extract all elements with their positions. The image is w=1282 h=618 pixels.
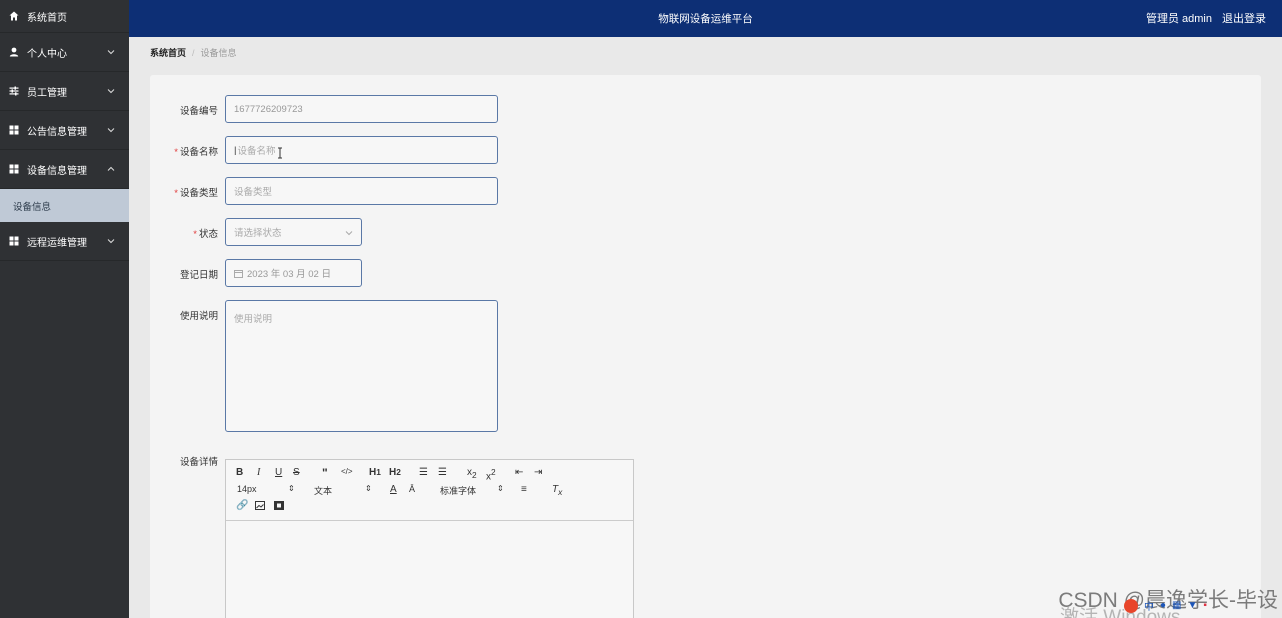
chevron-down-icon <box>345 231 353 236</box>
sidebar-item-remote[interactable]: 远程运维管理 <box>0 222 129 261</box>
sidebar-item-device[interactable]: 设备信息管理 <box>0 150 129 189</box>
font-color-button[interactable]: A <box>390 484 397 495</box>
bold-button[interactable]: B <box>236 467 243 478</box>
chevron-down-icon <box>107 239 115 244</box>
rich-text-editor: B I U S " </> H1 H2 ☰ ☰ x2 x2 ⇤ ⇥ 14px ⇕… <box>225 459 634 618</box>
outdent-icon[interactable]: ⇤ <box>515 467 523 478</box>
logout-link[interactable]: 退出登录 <box>1222 10 1266 26</box>
device-name-label: * 设备名称 <box>174 147 218 158</box>
sidebar-item-label: 远程运维管理 <box>27 237 87 249</box>
link-icon[interactable]: 🔗 <box>236 500 248 511</box>
code-icon[interactable]: </> <box>341 467 353 476</box>
heading1-button[interactable]: H1 <box>369 467 381 478</box>
usage-label: 使用说明 <box>179 311 218 322</box>
device-type-label: * 设备类型 <box>174 188 218 199</box>
sort-icon: ⇕ <box>497 484 504 493</box>
editor-toolbar: B I U S " </> H1 H2 ☰ ☰ x2 x2 ⇤ ⇥ 14px ⇕… <box>226 460 633 521</box>
top-header: 物联网设备运维平台 管理员 admin 退出登录 <box>129 0 1282 37</box>
font-size-select[interactable]: 14px <box>237 484 257 494</box>
device-no-input[interactable]: 1677726209723 <box>225 95 498 123</box>
font-family-select[interactable]: 标准字体 <box>440 484 476 497</box>
breadcrumb-current: 设备信息 <box>200 48 237 58</box>
editor-content-area[interactable] <box>226 521 633 618</box>
superscript-button[interactable]: x2 <box>486 467 496 482</box>
clear-format-icon[interactable]: Tx <box>552 484 562 497</box>
shirt-icon[interactable]: ▼ <box>1188 600 1198 611</box>
usage-textarea[interactable]: 使用说明 <box>225 300 498 432</box>
indent-icon[interactable]: ⇥ <box>534 467 542 478</box>
sidebar-item-staff[interactable]: 员工管理 <box>0 72 129 111</box>
sort-icon: ⇕ <box>365 484 372 493</box>
sliders-icon <box>9 86 19 96</box>
user-label: 管理员 admin <box>1145 13 1212 25</box>
subscript-button[interactable]: x2 <box>467 467 477 480</box>
strike-button[interactable]: S <box>293 467 300 478</box>
device-type-input[interactable]: 设备类型 <box>225 177 498 205</box>
reg-date-picker[interactable]: 2023 年 03 月 02 日 <box>225 259 362 287</box>
sidebar-item-home[interactable]: 系统首页 <box>0 0 129 33</box>
device-name-input[interactable]: | 设备名称 <box>225 136 498 164</box>
apps-icon[interactable]: ▪ <box>1203 600 1207 611</box>
breadcrumb-separator: / <box>192 48 195 58</box>
bullet-list-icon[interactable]: ☰ <box>438 467 447 478</box>
breadcrumb: 系统首页 / 设备信息 <box>150 46 237 59</box>
chevron-down-icon <box>107 50 115 55</box>
device-no-label: 设备编号 <box>179 106 218 117</box>
sidebar-item-notice[interactable]: 公告信息管理 <box>0 111 129 150</box>
text-cursor-icon <box>278 147 282 159</box>
grid-icon <box>9 236 19 246</box>
app-title: 物联网设备运维平台 <box>658 13 753 25</box>
sidebar-item-label: 员工管理 <box>27 87 67 99</box>
ordered-list-icon[interactable]: ☰ <box>419 467 428 478</box>
image-icon[interactable] <box>255 501 265 510</box>
sidebar: 系统首页 个人中心 员工管理 公告信息管理 设备信息管理 设备信息 远程运维管理 <box>0 0 129 618</box>
grid-icon <box>9 125 19 135</box>
grid-icon <box>9 164 19 174</box>
chevron-down-icon <box>107 89 115 94</box>
keyboard-icon[interactable]: ▦ <box>1172 600 1181 611</box>
microphone-icon[interactable]: ● <box>1160 600 1166 611</box>
align-icon[interactable]: ≡ <box>521 484 527 495</box>
sidebar-item-label: 公告信息管理 <box>27 126 87 138</box>
italic-button[interactable]: I <box>257 467 260 478</box>
block-format-select[interactable]: 文本 <box>314 484 332 497</box>
chevron-up-icon <box>107 166 115 171</box>
blockquote-icon[interactable]: " <box>322 466 328 480</box>
chinese-input-icon[interactable]: 中 <box>1144 598 1154 613</box>
video-icon[interactable] <box>274 501 284 510</box>
detail-label: 设备详情 <box>179 457 218 468</box>
underline-button[interactable]: U <box>275 467 282 478</box>
system-tray: 中 ● ▦ ▼ ▪ <box>1124 598 1207 613</box>
ime-logo-icon[interactable] <box>1124 598 1138 613</box>
sidebar-subitem-device-info[interactable]: 设备信息 <box>0 189 129 222</box>
sidebar-item-personal[interactable]: 个人中心 <box>0 33 129 72</box>
breadcrumb-home[interactable]: 系统首页 <box>150 48 186 58</box>
sidebar-item-label: 设备信息管理 <box>27 165 87 177</box>
sort-icon: ⇕ <box>288 484 295 493</box>
chevron-down-icon <box>107 128 115 133</box>
background-color-icon[interactable]: Ā <box>409 484 415 494</box>
heading2-button[interactable]: H2 <box>389 467 401 478</box>
calendar-icon <box>234 269 243 278</box>
sidebar-item-label: 系统首页 <box>27 12 67 24</box>
person-icon <box>9 47 19 57</box>
home-icon <box>9 11 19 21</box>
reg-date-label: 登记日期 <box>179 270 218 281</box>
status-select[interactable]: 请选择状态 <box>225 218 362 246</box>
sidebar-item-label: 个人中心 <box>27 48 67 60</box>
status-label: * 状态 <box>193 229 218 240</box>
